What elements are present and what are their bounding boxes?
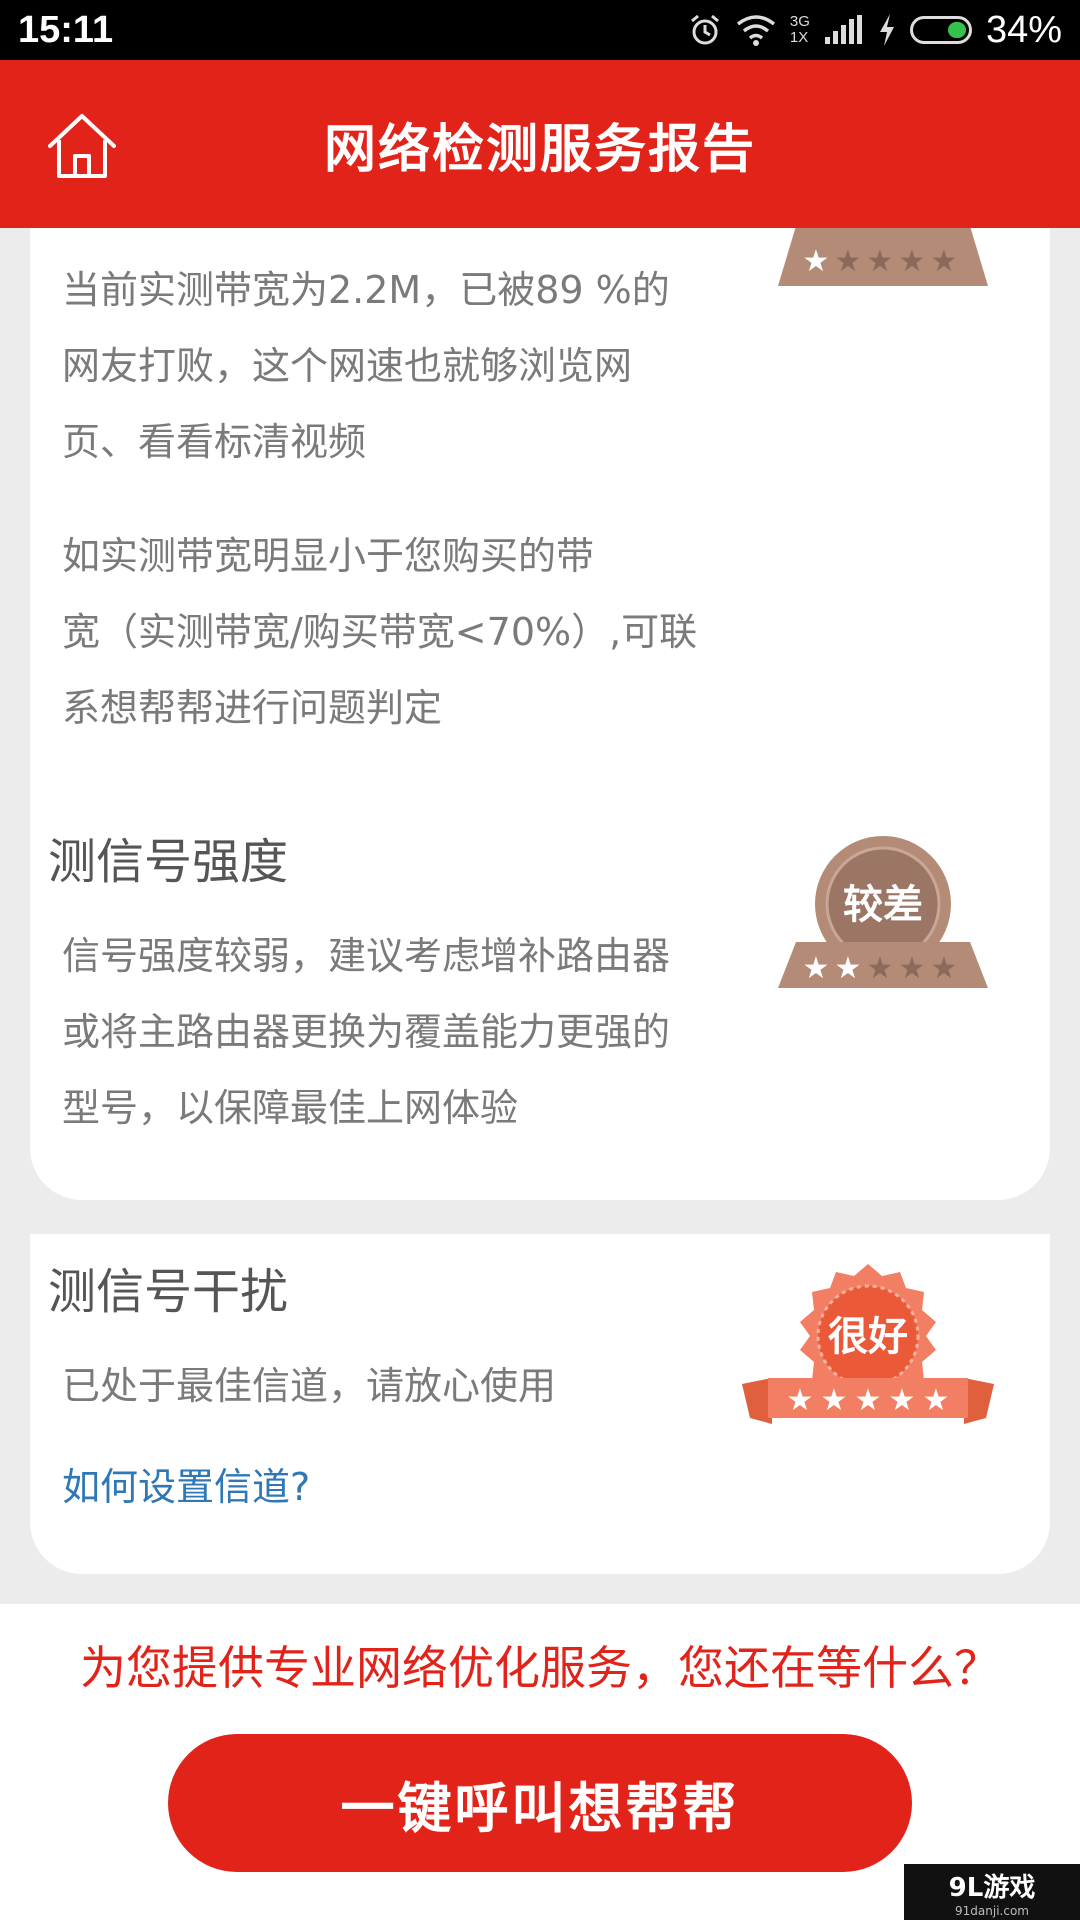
text-line: 已处于最佳信道，请放心使用 [62, 1364, 557, 1408]
star-icon: ★ ★ ★ ★ ★ [787, 1383, 950, 1418]
call-helper-button[interactable]: 一键呼叫想帮帮 [168, 1734, 912, 1872]
text-line: 系想帮帮进行问题判定 [62, 686, 443, 730]
battery-icon [909, 16, 972, 44]
battery-percent: 34% [985, 8, 1062, 51]
signal-strength-card: 测信号强度 信号强度较弱，建议考虑增补路由器 或将主路由器更换为覆盖能力更强的 … [30, 804, 1050, 1200]
svg-text:★: ★ [803, 951, 830, 986]
home-icon[interactable] [44, 108, 120, 184]
svg-text:★: ★ [931, 951, 958, 986]
star-icon: ★ ★ ★ ★ ★ [803, 244, 958, 279]
status-icons: 3G 1X 34% [688, 9, 1062, 52]
alarm-icon [690, 14, 719, 45]
svg-text:★: ★ [867, 951, 894, 986]
bandwidth-advice-text: 如实测带宽明显小于您购买的带 宽（实测带宽/购买带宽<70%）,可联 系想帮帮进… [62, 518, 762, 746]
page-title: 网络检测服务报告 [323, 119, 756, 180]
watermark-url: 91danji.com [955, 1903, 1029, 1918]
svg-text:★: ★ [835, 244, 862, 279]
watermark-text: 9L游戏 [948, 1872, 1036, 1903]
svg-text:★: ★ [835, 951, 862, 986]
network-type: 3G 1X [789, 13, 810, 46]
text-line: 当前实测带宽为2.2M，已被89 %的 [62, 268, 670, 312]
channel-setup-link[interactable]: 如何设置信道? [62, 1456, 310, 1511]
card-title: 测信号强度 [48, 834, 289, 890]
svg-text:★: ★ [931, 244, 958, 279]
svg-text:★: ★ [889, 1383, 916, 1418]
status-bar: 15:11 3G 1X 34% [0, 0, 1080, 60]
text-line: 或将主路由器更换为覆盖能力更强的 [62, 1010, 671, 1054]
signal-icon [824, 15, 862, 44]
svg-text:★: ★ [923, 1383, 950, 1418]
svg-text:★: ★ [803, 244, 830, 279]
rating-badge-very-poor: 很差 ★ ★ ★ ★ ★ [778, 228, 988, 286]
signal-interference-card: 测信号干扰 已处于最佳信道，请放心使用 如何设置信道? 很好 ★ ★ ★ ★ ★ [30, 1234, 1050, 1574]
rating-label: 很好 [828, 1314, 908, 1360]
app-header: 网络检测服务报告 [0, 60, 1080, 228]
svg-text:★: ★ [821, 1383, 848, 1418]
svg-text:★: ★ [855, 1383, 882, 1418]
svg-text:★: ★ [899, 951, 926, 986]
svg-text:★: ★ [787, 1383, 814, 1418]
rating-label: 较差 [843, 882, 923, 928]
svg-text:★: ★ [899, 244, 926, 279]
bandwidth-result-text: 当前实测带宽为2.2M，已被89 %的 网友打败，这个网速也就够浏览网 页、看看… [62, 252, 762, 480]
text-line: 信号强度较弱，建议考虑增补路由器 [62, 934, 671, 978]
report-content[interactable]: 当前实测带宽为2.2M，已被89 %的 网友打败，这个网速也就够浏览网 页、看看… [0, 228, 1080, 1604]
rating-badge-poor: 较差 ★ ★ ★ ★ ★ [778, 836, 988, 988]
text-line: 型号，以保障最佳上网体验 [62, 1086, 519, 1130]
promo-text: 为您提供专业网络优化服务，您还在等什么？ [80, 1641, 1000, 1695]
charging-icon [879, 14, 894, 46]
text-line: 网友打败，这个网速也就够浏览网 [62, 344, 633, 388]
interference-result-text: 已处于最佳信道，请放心使用 [62, 1348, 762, 1424]
text-line: 如实测带宽明显小于您购买的带 [62, 534, 595, 578]
star-icon: ★ ★ ★ ★ ★ [803, 951, 958, 986]
status-time: 15:11 [18, 8, 114, 51]
text-line: 页、看看标清视频 [62, 420, 367, 464]
card-title: 测信号干扰 [48, 1264, 289, 1320]
signal-advice-text: 信号强度较弱，建议考虑增补路由器 或将主路由器更换为覆盖能力更强的 型号，以保障… [62, 918, 762, 1146]
rating-badge-good: 很好 ★ ★ ★ ★ ★ [742, 1264, 994, 1424]
text-line: 宽（实测带宽/购买带宽<70%）,可联 [62, 610, 698, 654]
watermark-logo: 9L游戏 91danji.com [904, 1864, 1080, 1920]
svg-text:★: ★ [867, 244, 894, 279]
wifi-icon [736, 15, 775, 46]
